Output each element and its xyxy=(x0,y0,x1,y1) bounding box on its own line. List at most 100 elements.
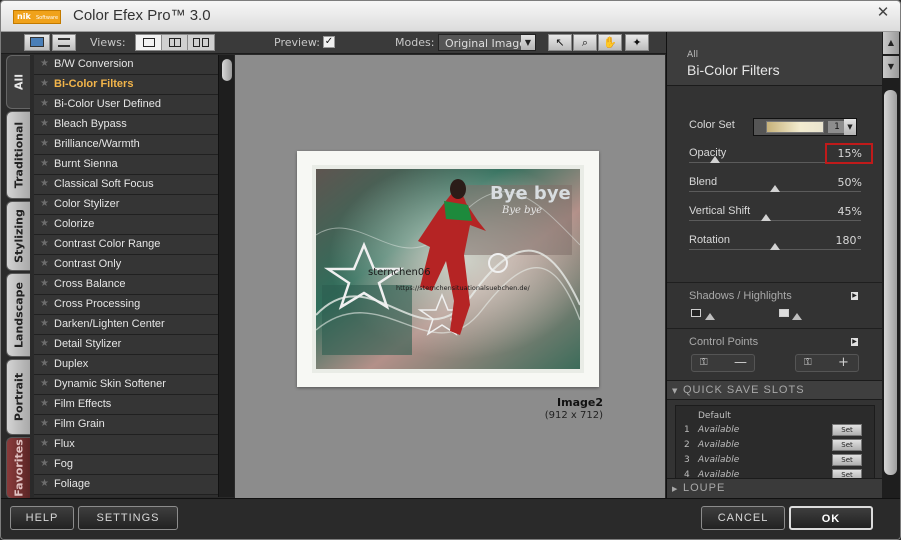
split-view-icon[interactable] xyxy=(162,35,188,50)
quick-save-slots-header[interactable]: ▼ QUICK SAVE SLOTS xyxy=(667,380,883,400)
param-slider-thumb[interactable] xyxy=(770,185,780,192)
favorite-star-icon[interactable]: ★ xyxy=(40,318,49,329)
remove-control-point-button[interactable]: ⚿ + xyxy=(795,354,859,372)
favorite-star-icon[interactable]: ★ xyxy=(40,338,49,349)
tab-portrait[interactable]: Portrait xyxy=(6,359,30,435)
filter-item[interactable]: ★ Flux xyxy=(34,435,218,455)
favorite-star-icon[interactable]: ★ xyxy=(40,238,49,249)
filter-item-label: Brilliance/Warmth xyxy=(54,138,140,150)
favorite-star-icon[interactable]: ★ xyxy=(40,378,49,389)
quick-save-slot: 1 Available Set xyxy=(684,424,872,438)
filter-item[interactable]: ★ Duplex xyxy=(34,355,218,375)
filter-item[interactable]: ★ Cross Processing xyxy=(34,295,218,315)
favorite-star-icon[interactable]: ★ xyxy=(40,418,49,429)
side-by-side-view-icon[interactable] xyxy=(188,35,214,50)
watermark-url: https://sternchensituationalsuebchen.de/ xyxy=(396,284,530,292)
filter-item[interactable]: ★ Bi-Color Filters xyxy=(34,75,218,95)
filter-item[interactable]: ★ Darken/Lighten Center xyxy=(34,315,218,335)
scroll-up-icon[interactable]: ▲ xyxy=(883,32,899,54)
tab-all[interactable]: All xyxy=(6,55,30,109)
param-slider-thumb[interactable] xyxy=(761,214,772,221)
settings-button[interactable]: SETTINGS xyxy=(78,506,178,530)
favorite-star-icon[interactable]: ★ xyxy=(40,398,49,409)
color-set-dropdown[interactable]: 1 ▼ xyxy=(753,118,857,136)
filter-item[interactable]: ★ Bi-Color User Defined xyxy=(34,95,218,115)
loupe-header[interactable]: ▶ LOUPE xyxy=(667,478,883,498)
panel-scroll-thumb[interactable] xyxy=(884,90,897,475)
expand-shadows-icon[interactable]: ▶ xyxy=(851,292,858,300)
favorite-star-icon[interactable]: ★ xyxy=(40,278,49,289)
param-slider-thumb[interactable] xyxy=(770,243,780,250)
slot-set-button[interactable]: Set xyxy=(832,439,862,451)
highlight-slider-thumb[interactable] xyxy=(792,313,802,320)
favorite-star-icon[interactable]: ★ xyxy=(40,438,49,449)
favorite-star-icon[interactable]: ★ xyxy=(40,358,49,369)
tab-stylizing[interactable]: Stylizing xyxy=(6,201,30,271)
favorite-star-icon[interactable]: ★ xyxy=(40,138,49,149)
favorite-star-icon[interactable]: ★ xyxy=(40,478,49,489)
slot-set-button[interactable]: Set xyxy=(832,424,862,436)
filter-list-scroll-thumb[interactable] xyxy=(222,59,232,81)
filter-item[interactable]: ★ Color Stylizer xyxy=(34,195,218,215)
filter-item[interactable]: ★ Contrast Only xyxy=(34,255,218,275)
filter-item[interactable]: ★ Foliage xyxy=(34,475,218,495)
filter-item[interactable]: ★ B/W Conversion xyxy=(34,55,218,75)
filter-item[interactable]: ★ Detail Stylizer xyxy=(34,335,218,355)
filter-item[interactable]: ★ Brilliance/Warmth xyxy=(34,135,218,155)
modes-dropdown[interactable]: Original Image ▼ xyxy=(438,34,536,51)
filter-item[interactable]: ★ Burnt Sienna xyxy=(34,155,218,175)
logo-subtext: Software xyxy=(36,15,59,21)
preview-area[interactable]: Bye bye Bye bye sternchen06 https://ster… xyxy=(235,55,665,498)
filter-item[interactable]: ★ Colorize xyxy=(34,215,218,235)
thumbnail-view-icon[interactable] xyxy=(24,34,50,51)
filter-item[interactable]: ★ Film Effects xyxy=(34,395,218,415)
expand-control-points-icon[interactable]: ▶ xyxy=(851,338,858,346)
cancel-button[interactable]: CANCEL xyxy=(701,506,785,530)
favorite-star-icon[interactable]: ★ xyxy=(40,458,49,469)
param-slider-thumb[interactable] xyxy=(709,156,720,163)
favorite-star-icon[interactable]: ★ xyxy=(40,78,49,89)
favorite-star-icon[interactable]: ★ xyxy=(40,258,49,269)
filter-item[interactable]: ★ Fog xyxy=(34,455,218,475)
filter-item[interactable]: ★ Film Grain xyxy=(34,415,218,435)
preview-checkbox[interactable]: ✓ xyxy=(323,36,335,48)
favorite-star-icon[interactable]: ★ xyxy=(40,58,49,69)
ok-button[interactable]: OK xyxy=(789,506,873,530)
slot-number: 2 xyxy=(684,440,690,450)
tab-traditional[interactable]: Traditional xyxy=(6,111,30,199)
slot-status: Available xyxy=(698,425,740,435)
favorite-star-icon[interactable]: ★ xyxy=(40,118,49,129)
favorite-star-icon[interactable]: ★ xyxy=(40,298,49,309)
filter-item[interactable]: ★ Dynamic Skin Softener xyxy=(34,375,218,395)
zoom-tool-icon[interactable]: ⌕ xyxy=(573,34,597,51)
slot-set-button[interactable]: Set xyxy=(832,454,862,466)
help-button[interactable]: HELP xyxy=(10,506,74,530)
close-icon[interactable]: ✕ xyxy=(870,3,896,21)
favorite-star-icon[interactable]: ★ xyxy=(40,178,49,189)
filter-item[interactable]: ★ Cross Balance xyxy=(34,275,218,295)
favorite-star-icon[interactable]: ★ xyxy=(40,198,49,209)
light-tool-icon[interactable]: ✦ xyxy=(625,34,649,51)
favorite-star-icon[interactable]: ★ xyxy=(40,98,49,109)
tab-favorites[interactable]: Favorites xyxy=(6,437,30,499)
favorite-star-icon[interactable]: ★ xyxy=(40,218,49,229)
filter-item[interactable]: ★ Classical Soft Focus xyxy=(34,175,218,195)
single-view-icon[interactable] xyxy=(136,35,162,50)
list-view-icon[interactable] xyxy=(52,34,76,51)
watermark-name: sternchen06 xyxy=(368,267,431,278)
tab-landscape[interactable]: Landscape xyxy=(6,273,30,357)
filter-list-scrollbar[interactable] xyxy=(218,55,234,497)
panel-scrollbar[interactable]: ▲ ▼ xyxy=(882,32,900,498)
favorite-star-icon[interactable]: ★ xyxy=(40,158,49,169)
panel-header: All Bi-Color Filters xyxy=(667,32,883,86)
add-control-point-button[interactable]: ⚿ — xyxy=(691,354,755,372)
filter-item-label: Bleach Bypass xyxy=(54,118,127,130)
pointer-tool-icon[interactable]: ↖ xyxy=(548,34,572,51)
hand-tool-icon[interactable]: ✋ xyxy=(598,34,622,51)
shadow-slider-thumb[interactable] xyxy=(705,313,715,320)
filter-item[interactable]: ★ Bleach Bypass xyxy=(34,115,218,135)
filter-item[interactable]: ★ Contrast Color Range xyxy=(34,235,218,255)
scroll-down-icon[interactable]: ▼ xyxy=(883,56,899,78)
param-slider-track[interactable] xyxy=(689,220,861,221)
app-title: Color Efex Pro™ 3.0 xyxy=(73,7,211,24)
